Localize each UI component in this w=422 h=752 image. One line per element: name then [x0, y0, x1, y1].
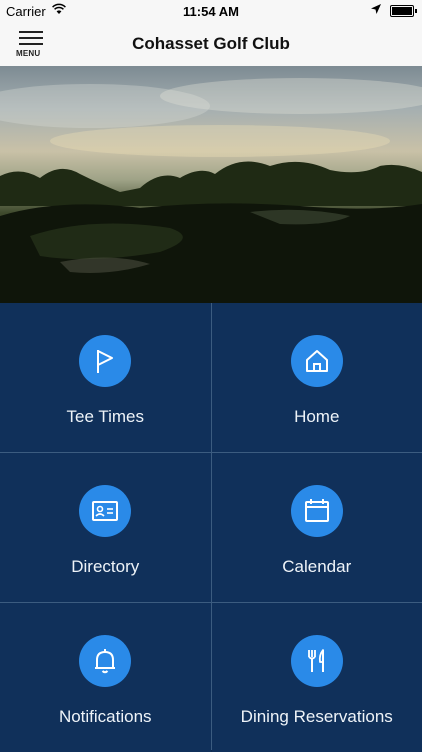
bell-icon: [79, 635, 131, 687]
hamburger-icon-line: [19, 37, 43, 39]
tile-icon-circle: [79, 635, 131, 687]
tile-home[interactable]: Home: [212, 303, 422, 452]
menu-grid: Tee Times Home Directory: [0, 303, 422, 750]
navigation-bar: Cohasset Golf Club MENU: [0, 22, 422, 67]
location-arrow-icon: [370, 3, 382, 15]
menu-label: MENU: [16, 49, 50, 58]
tile-label: Calendar: [212, 557, 422, 577]
menu-button[interactable]: MENU: [16, 28, 50, 62]
tile-label: Directory: [0, 557, 211, 577]
hamburger-icon: [19, 31, 43, 33]
tile-icon-circle: [291, 335, 343, 387]
page-title: Cohasset Golf Club: [0, 22, 422, 66]
status-bar: Carrier 11:54 AM: [0, 0, 422, 22]
tile-icon-circle: [291, 485, 343, 537]
tile-notifications[interactable]: Notifications: [0, 603, 211, 752]
tile-tee-times[interactable]: Tee Times: [0, 303, 211, 452]
status-time: 11:54 AM: [0, 4, 422, 19]
calendar-icon: [291, 485, 343, 537]
hero-scene: [0, 66, 422, 303]
tile-dining-reservations[interactable]: Dining Reservations: [212, 603, 422, 752]
hero-image-golf-course: [0, 66, 422, 303]
tile-label: Home: [212, 407, 422, 427]
tile-label: Tee Times: [0, 407, 211, 427]
hamburger-icon-line: [19, 43, 43, 45]
tile-label: Dining Reservations: [212, 707, 422, 727]
home-icon: [291, 335, 343, 387]
id-card-icon: [79, 485, 131, 537]
battery-icon: [390, 5, 414, 17]
tile-icon-circle: [79, 335, 131, 387]
tile-icon-circle: [79, 485, 131, 537]
tile-calendar[interactable]: Calendar: [212, 453, 422, 602]
tile-label: Notifications: [0, 707, 211, 727]
flag-icon: [79, 335, 131, 387]
tile-icon-circle: [291, 635, 343, 687]
tile-directory[interactable]: Directory: [0, 453, 211, 602]
fork-knife-icon: [291, 635, 343, 687]
